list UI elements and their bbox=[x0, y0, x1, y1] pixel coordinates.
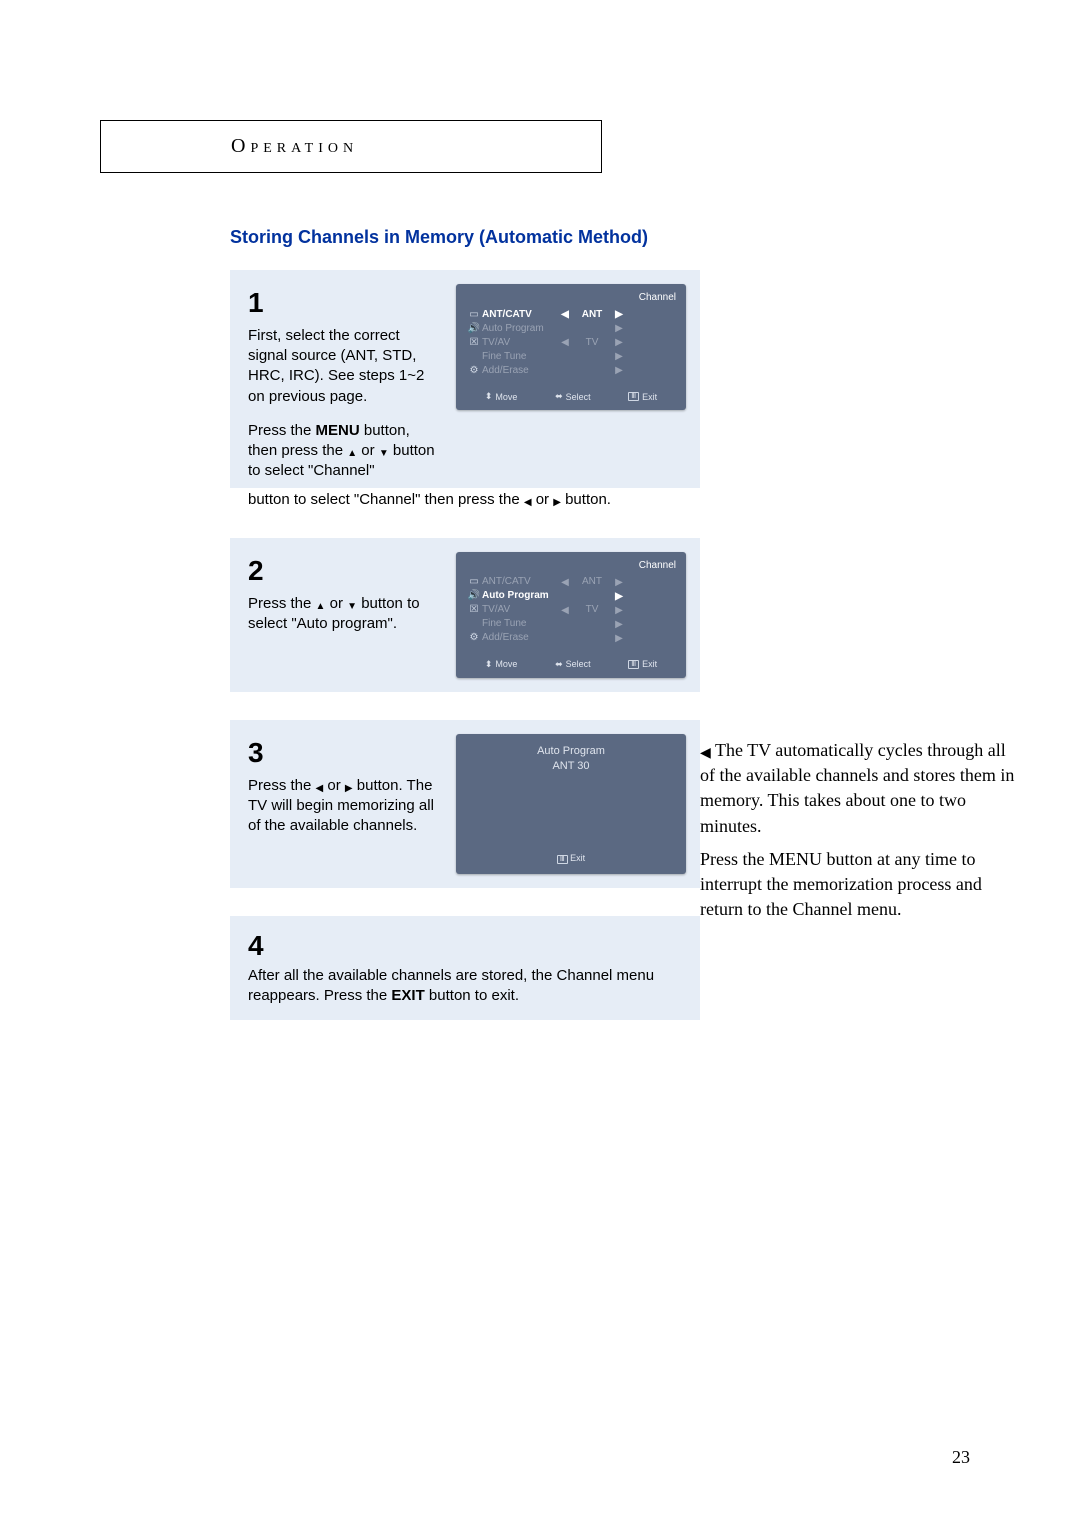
step-4-text: After all the available channels are sto… bbox=[248, 966, 686, 1007]
step-2-number: 2 bbox=[248, 552, 438, 590]
step-1-number: 1 bbox=[248, 284, 438, 322]
right-arrow-icon bbox=[612, 324, 626, 334]
left-arrow-icon bbox=[524, 498, 532, 508]
osd-title: Channel bbox=[466, 560, 676, 571]
step-4-panel: 4 After all the available channels are s… bbox=[230, 916, 700, 1021]
setup-mode-icon: ⚙ bbox=[466, 632, 482, 643]
page-title: Storing Channels in Memory (Automatic Me… bbox=[230, 227, 980, 248]
sound-mode-icon: 🔊 bbox=[466, 323, 482, 334]
step-3-panel: 3 Press the or button. The TV will begin… bbox=[230, 720, 700, 888]
left-arrow-icon bbox=[558, 338, 572, 348]
picture-mode-icon: ▭ bbox=[466, 309, 482, 320]
right-arrow-icon bbox=[612, 620, 626, 630]
osd-exit-hint: Ⅲ Exit bbox=[628, 659, 657, 670]
left-arrow-icon bbox=[558, 606, 572, 616]
step-1-panel: 1 First, select the correct signal sourc… bbox=[230, 270, 700, 488]
osd-move-hint: ⬍ Move bbox=[485, 391, 518, 402]
step-2-text: Press the or button to select "Auto prog… bbox=[248, 594, 438, 635]
down-arrow-icon bbox=[379, 449, 389, 459]
right-arrow-icon bbox=[612, 366, 626, 376]
right-arrow-icon bbox=[612, 352, 626, 362]
right-arrow-icon bbox=[612, 338, 626, 348]
left-arrow-icon bbox=[316, 784, 324, 794]
right-arrow-icon bbox=[612, 606, 626, 616]
osd-auto-program-title: Auto Program bbox=[466, 744, 676, 759]
side-note: The TV automatically cycles through all … bbox=[700, 738, 1020, 922]
left-arrow-icon bbox=[558, 578, 572, 588]
step-1-text-overflow: button to select "Channel" then press th… bbox=[230, 490, 718, 510]
up-arrow-icon bbox=[347, 449, 357, 459]
up-arrow-icon bbox=[316, 602, 326, 612]
osd-screenshot-2: Channel ▭ ANT/CATV ANT 🔊 Auto Program ☒ … bbox=[456, 552, 686, 678]
left-arrow-icon bbox=[558, 310, 572, 320]
step-3-number: 3 bbox=[248, 734, 438, 772]
osd-exit-hint: Ⅲ Exit bbox=[628, 391, 657, 402]
osd-exit-hint: Ⅲ Exit bbox=[466, 853, 676, 864]
right-arrow-icon bbox=[612, 310, 626, 320]
right-arrow-icon bbox=[612, 592, 626, 602]
osd-select-hint: ⬌ Select bbox=[555, 391, 591, 402]
osd-screenshot-3: Auto Program ANT 30 Ⅲ Exit bbox=[456, 734, 686, 874]
channel-mode-icon: ☒ bbox=[466, 337, 482, 348]
osd-select-hint: ⬌ Select bbox=[555, 659, 591, 670]
step-2-panel: 2 Press the or button to select "Auto pr… bbox=[230, 538, 700, 692]
picture-mode-icon: ▭ bbox=[466, 576, 482, 587]
channel-mode-icon: ☒ bbox=[466, 604, 482, 615]
osd-title: Channel bbox=[466, 292, 676, 303]
osd-auto-program-value: ANT 30 bbox=[466, 759, 676, 774]
step-1-text-b: Press the MENU button, then press the or… bbox=[248, 421, 438, 482]
right-arrow-icon bbox=[612, 634, 626, 644]
step-4-number: 4 bbox=[248, 930, 686, 962]
setup-mode-icon: ⚙ bbox=[466, 365, 482, 376]
osd-move-hint: ⬍ Move bbox=[485, 659, 518, 670]
left-arrow-icon bbox=[700, 747, 711, 761]
right-arrow-icon bbox=[553, 498, 561, 508]
step-3-text: Press the or button. The TV will begin m… bbox=[248, 776, 438, 837]
right-arrow-icon bbox=[612, 578, 626, 588]
step-1-text-a: First, select the correct signal source … bbox=[248, 326, 438, 407]
sound-mode-icon: 🔊 bbox=[466, 590, 482, 601]
section-header: Operation bbox=[100, 120, 602, 173]
right-arrow-icon bbox=[345, 784, 353, 794]
page-number: 23 bbox=[952, 1447, 970, 1468]
down-arrow-icon bbox=[347, 602, 357, 612]
osd-screenshot-1: Channel ▭ ANT/CATV ANT 🔊 Auto Program ☒ … bbox=[456, 284, 686, 410]
